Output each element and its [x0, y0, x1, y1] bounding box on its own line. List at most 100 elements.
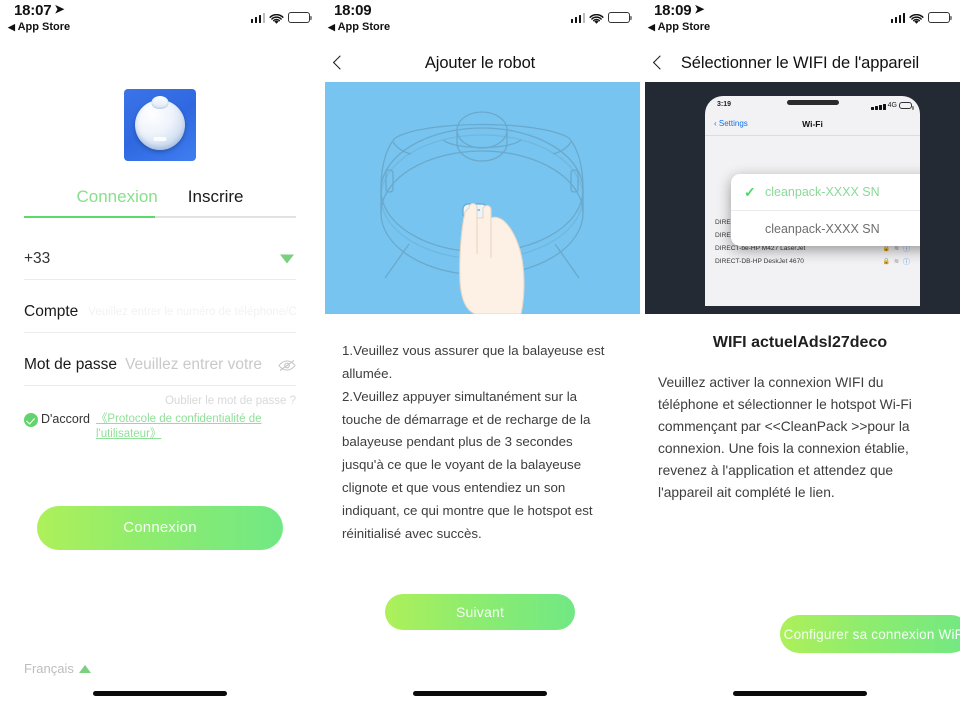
list-item[interactable]: DIRECT-DB-HP DeskJet 4670 🔒 ≋ ⓘ: [705, 255, 920, 268]
mock-status-indicators: 4G: [871, 100, 915, 110]
eye-off-icon[interactable]: [278, 359, 296, 372]
popup-row[interactable]: cleanpack-XXXX SN ≋ i: [731, 210, 920, 246]
app-logo-robot-vacuum: [124, 89, 196, 161]
tab-connexion[interactable]: Connexion: [76, 187, 157, 216]
status-indicators: [250, 12, 313, 24]
network-name: DIRECT-DB-HP DeskJet 4670: [715, 258, 804, 265]
next-button[interactable]: Suivant: [385, 594, 575, 630]
home-indicator: [413, 691, 547, 696]
iphone-wifi-settings-screenshot: 3:19 4G ‹ Settings Wi-Fi DIRECT-be-HP M4…: [645, 82, 960, 314]
country-code-value: +33: [24, 250, 51, 267]
status-indicators: [890, 12, 953, 24]
nav-bar: Sélectionner le WIFI de l'appareil: [640, 44, 960, 82]
tab-underline: [24, 216, 296, 218]
agreement-row: D'accord 《Protocole de confidentialité d…: [24, 412, 296, 443]
chevron-left-icon[interactable]: [332, 57, 345, 70]
configure-wifi-button[interactable]: Configurer sa connexion WiFi: [780, 615, 960, 653]
battery-icon: [288, 12, 313, 23]
lock-icon: 🔒: [882, 259, 890, 265]
wifi-selection-popup: ✓ cleanpack-XXXX SN ≋ i cleanpack-XXXX S…: [731, 174, 920, 246]
signal-bars-icon: [570, 12, 585, 23]
status-bar: 18:09 ➤ ◀ App Store: [640, 0, 960, 44]
current-wifi-label: WIFI actuelAdsl27deco: [712, 334, 888, 351]
robot-vacuum-press-button-illustration: [325, 82, 640, 314]
status-back-label: App Store: [337, 21, 391, 33]
popup-row-selected[interactable]: ✓ cleanpack-XXXX SN ≋ i: [731, 174, 920, 210]
language-selector[interactable]: Français: [24, 661, 91, 676]
account-label: Compte: [24, 303, 79, 320]
network-name: DIRECT-be-HP M427 LaserJet: [715, 245, 806, 252]
account-placeholder: Veuillez entrer le numéro de téléphone/C…: [88, 306, 296, 318]
status-back-to-app-store[interactable]: ◀ App Store: [8, 21, 70, 33]
check-icon: ✓: [744, 183, 756, 200]
status-time-text: 18:07: [14, 2, 52, 19]
phone-mockup: 3:19 4G ‹ Settings Wi-Fi DIRECT-be-HP M4…: [705, 96, 920, 306]
status-back-label: App Store: [657, 21, 711, 33]
battery-icon: [899, 101, 915, 110]
status-time-text: 18:09: [334, 2, 372, 19]
forgot-password-link[interactable]: Oublier le mot de passe ?: [24, 395, 296, 407]
account-field[interactable]: Compte Veuillez entrer le numéro de télé…: [24, 293, 296, 333]
status-bar: 18:07 ➤ ◀ App Store: [0, 0, 320, 44]
mock-carrier: 4G: [887, 101, 897, 109]
signal-bars-icon: [890, 12, 905, 23]
page-title: Sélectionner le WIFI de l'appareil: [680, 53, 920, 72]
info-icon[interactable]: ⓘ: [903, 257, 910, 267]
screenshot-triptych: 18:07 ➤ ◀ App Store Connexion Inscrire +…: [0, 0, 960, 708]
app-logo-container: [0, 89, 320, 161]
chevron-down-icon[interactable]: [280, 254, 294, 264]
wifi-icon: ≋: [893, 259, 899, 265]
network-name: cleanpack-XXXX SN: [765, 185, 880, 199]
signal-bars-icon: [871, 100, 886, 110]
status-time: 18:07 ➤: [14, 2, 64, 19]
tab-inscrire[interactable]: Inscrire: [188, 187, 244, 216]
password-field[interactable]: Mot de passe Veuillez entrer votre: [24, 346, 296, 386]
nav-bar: Ajouter le robot: [320, 44, 640, 82]
status-back-to-app-store[interactable]: ◀ App Store: [328, 21, 390, 33]
lock-icon: 🔒: [882, 246, 890, 252]
mock-back-label: Settings: [718, 119, 748, 128]
notch: [786, 100, 839, 105]
wifi-icon: [269, 12, 284, 24]
wifi-icon: ≋: [893, 246, 899, 252]
status-back-to-app-store[interactable]: ◀ App Store: [648, 21, 710, 33]
next-button-wrap: Suivant: [320, 594, 640, 630]
language-label: Français: [24, 661, 74, 676]
page-title: Ajouter le robot: [424, 53, 536, 72]
mock-time: 3:19: [717, 101, 732, 108]
login-button-wrap: Connexion: [0, 505, 320, 550]
home-indicator: [93, 691, 227, 696]
configure-wifi-button-wrap: Configurer sa connexion WiFi: [640, 615, 960, 653]
battery-icon: [928, 12, 953, 23]
status-time: 18:09 ➤: [654, 2, 704, 19]
password-placeholder: Veuillez entrer votre: [125, 356, 263, 373]
status-indicators: [570, 12, 633, 24]
status-back-label: App Store: [17, 21, 71, 33]
status-bar: 18:09 ◀ App Store: [320, 0, 640, 44]
mock-page-title: Wi-Fi: [802, 119, 823, 129]
mock-status-bar: 3:19 4G: [705, 96, 920, 114]
chevron-left-icon[interactable]: [652, 57, 665, 70]
country-code-field[interactable]: +33: [24, 240, 296, 280]
login-form: +33 Compte Veuillez entrer le numéro de …: [24, 240, 296, 386]
location-arrow-icon: ➤: [694, 2, 705, 16]
password-label: Mot de passe: [24, 356, 118, 373]
triangle-left-icon: ◀: [648, 22, 655, 32]
setup-instructions: 1.Veuillez vous assurer que la balayeuse…: [342, 343, 605, 541]
status-time-text: 18:09: [654, 2, 692, 19]
mock-nav-bar: ‹ Settings Wi-Fi: [705, 114, 920, 136]
wifi-icon: [909, 12, 924, 24]
status-time: 18:09: [334, 2, 372, 19]
battery-icon: [608, 12, 633, 23]
login-button[interactable]: Connexion: [37, 505, 283, 550]
agree-checkbox[interactable]: [24, 412, 38, 427]
wifi-instructions: Veuillez activer la connexion WIFI du té…: [658, 375, 912, 501]
network-name: cleanpack-XXXX SN: [765, 221, 880, 236]
wifi-icon: [589, 12, 604, 24]
mock-back-settings[interactable]: ‹ Settings: [714, 119, 748, 128]
screen-select-wifi: 18:09 ➤ ◀ App Store Sélectionner le WIFI …: [640, 0, 960, 708]
agree-label: D'accord: [41, 411, 90, 426]
screen-login: 18:07 ➤ ◀ App Store Connexion Inscrire +…: [0, 0, 320, 708]
triangle-left-icon: ◀: [328, 22, 335, 32]
privacy-policy-link[interactable]: 《Protocole de confidentialité de l'utili…: [96, 412, 296, 443]
